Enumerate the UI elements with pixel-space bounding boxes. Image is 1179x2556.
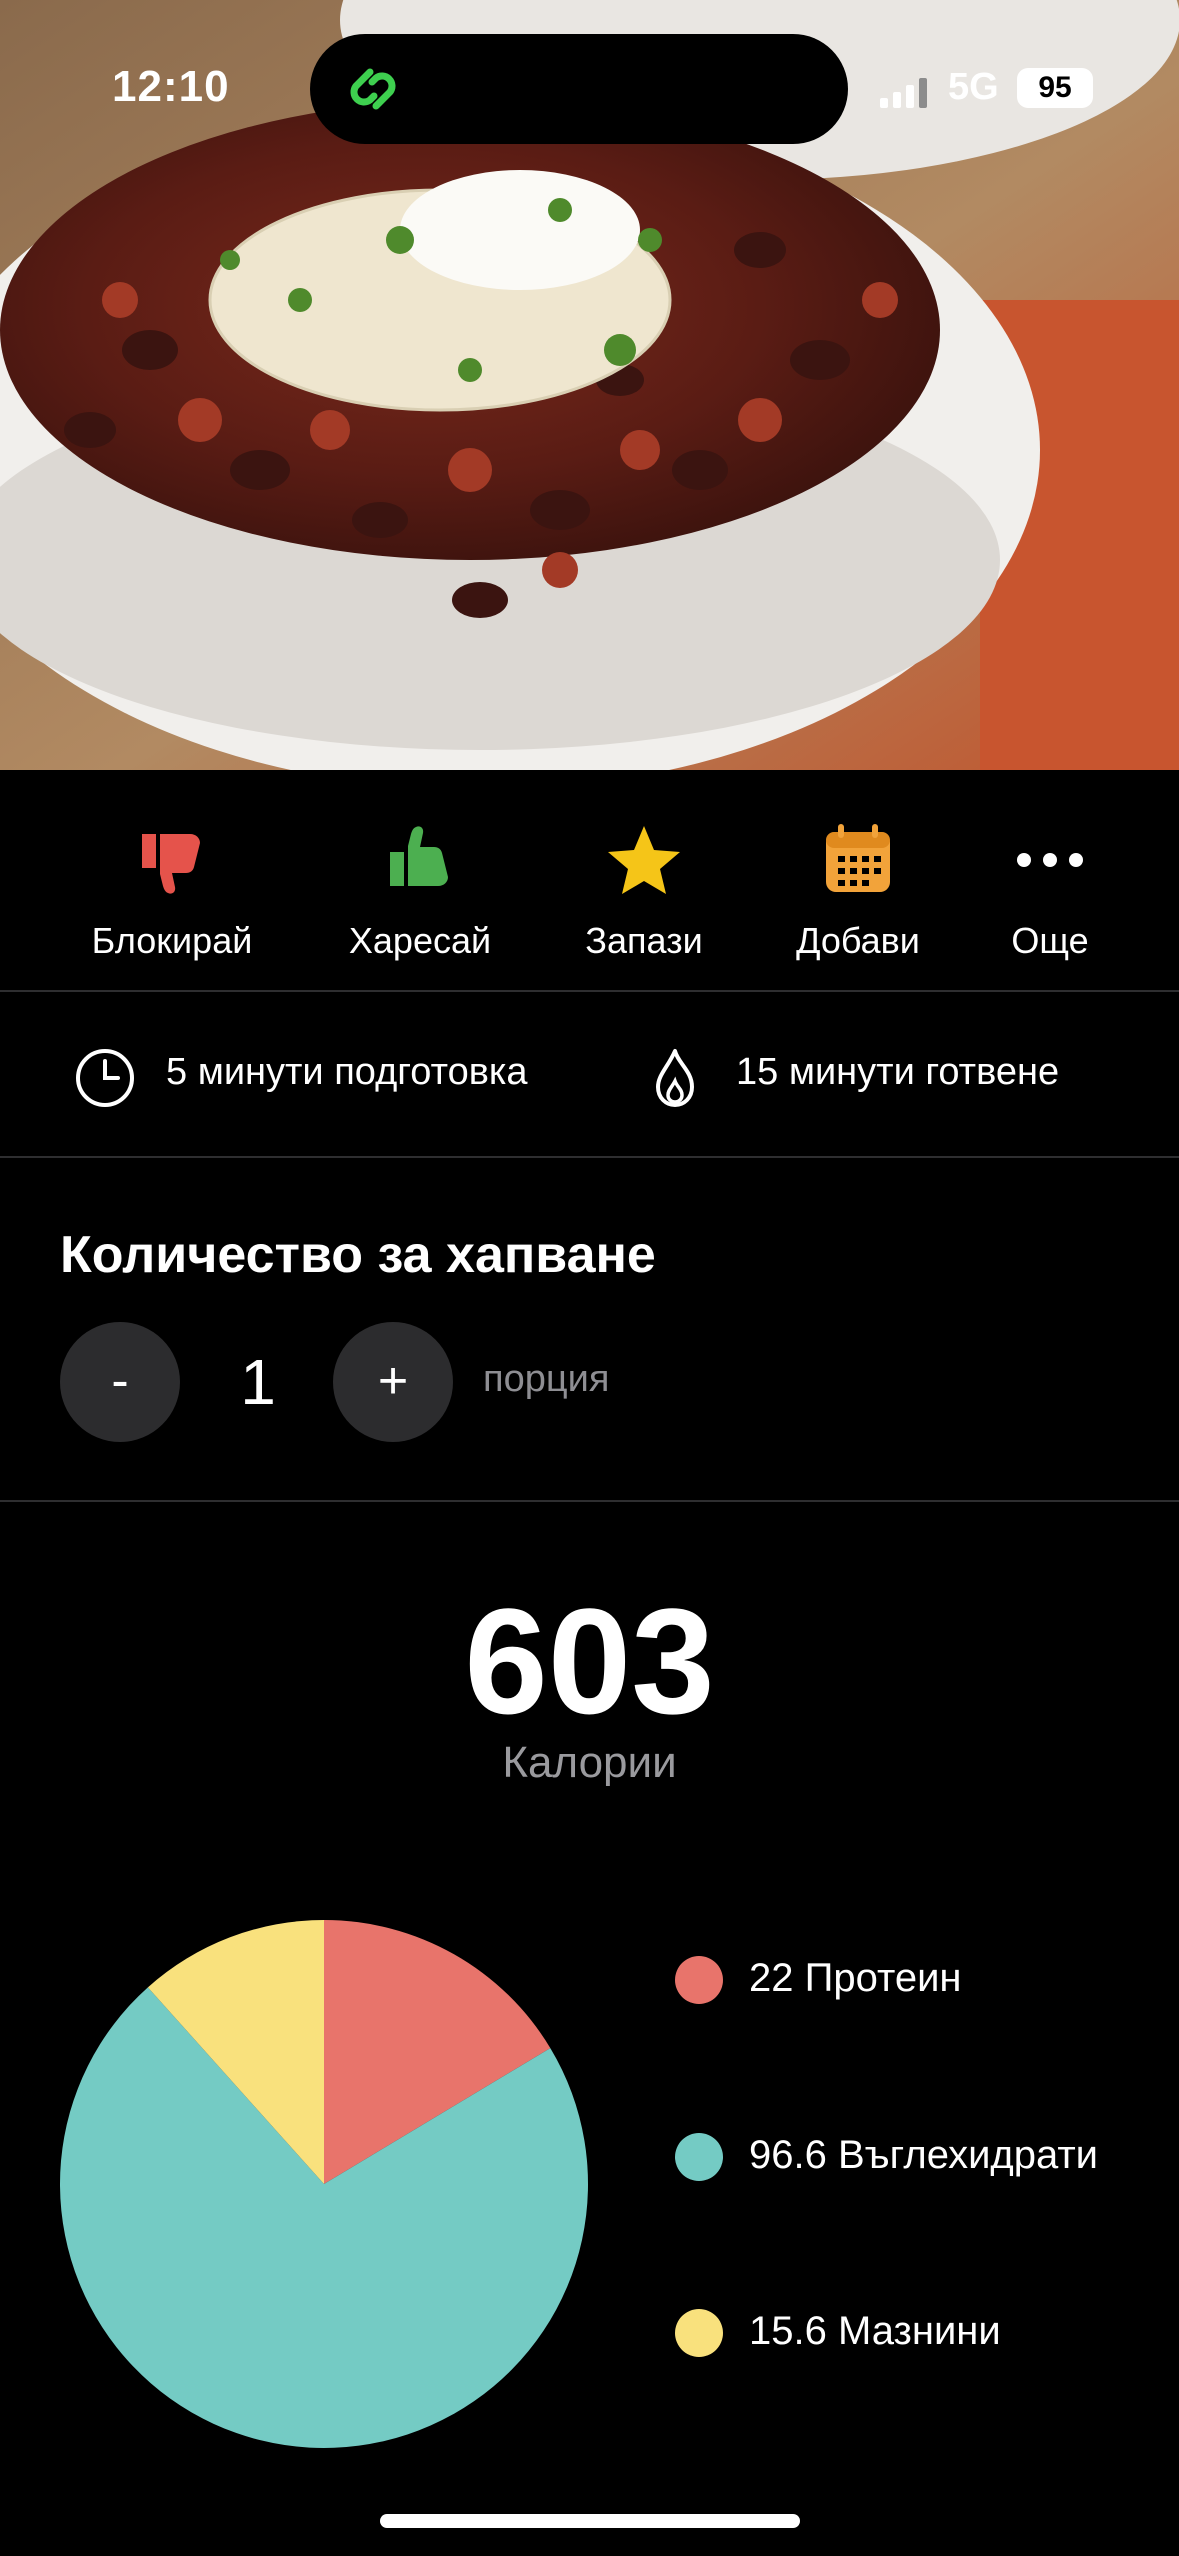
servings-unit: порция	[483, 1358, 610, 1400]
home-indicator[interactable]	[380, 2514, 800, 2528]
flame-icon	[656, 1049, 694, 1107]
cellular-signal-icon	[880, 78, 927, 108]
more-label: Още	[1011, 920, 1089, 961]
increase-servings-button[interactable]: +	[333, 1322, 453, 1442]
dynamic-island	[310, 34, 848, 144]
legend-label: 22 Протеин	[749, 1956, 962, 2000]
legend-swatch	[675, 2133, 723, 2181]
like-button[interactable]: Харесай	[310, 820, 530, 962]
action-bar: Блокирай Харесай Запази Добави Още	[0, 770, 1179, 990]
save-button[interactable]: Запази	[534, 820, 754, 962]
thumbs-down-icon	[142, 834, 200, 894]
calories-value: 603	[464, 1577, 715, 1745]
like-label: Харесай	[348, 920, 492, 961]
add-label: Добави	[796, 920, 920, 961]
legend-swatch	[675, 2309, 723, 2357]
block-button[interactable]: Блокирай	[62, 820, 282, 962]
status-time: 12:10	[112, 62, 230, 111]
prep-time: 5 минути подготовка	[166, 1051, 528, 1093]
app-activity-icon	[350, 68, 396, 110]
timing-row: 5 минути подготовка 15 минути готвене	[0, 993, 1179, 1156]
legend-label: 96.6 Въглехидрати	[749, 2133, 1099, 2177]
legend-label: 15.6 Мазнини	[749, 2309, 1001, 2353]
clock-icon	[76, 1049, 134, 1107]
divider	[0, 1156, 1179, 1158]
servings-title: Количество за хапване	[60, 1226, 656, 1284]
block-label: Блокирай	[91, 920, 253, 961]
status-bar: 12:10 5G 95	[0, 0, 1179, 175]
network-type: 5G	[948, 66, 999, 108]
more-button[interactable]: Още	[940, 820, 1160, 962]
calories-label: Калории	[502, 1738, 677, 1787]
more-dots-icon	[1017, 853, 1083, 867]
servings-quantity: 1	[240, 1346, 276, 1418]
cook-time: 15 минути готвене	[736, 1051, 1060, 1093]
macro-pie-chart	[60, 1920, 589, 2448]
star-icon	[608, 826, 680, 894]
add-button[interactable]: Добави	[748, 820, 968, 962]
divider	[0, 1500, 1179, 1502]
divider	[0, 990, 1179, 992]
calendar-icon	[826, 824, 890, 892]
save-label: Запази	[585, 920, 703, 961]
thumbs-up-icon	[390, 826, 448, 886]
legend-swatch	[675, 1956, 723, 2004]
battery-indicator: 95	[1017, 68, 1093, 108]
decrease-servings-button[interactable]: -	[60, 1322, 180, 1442]
